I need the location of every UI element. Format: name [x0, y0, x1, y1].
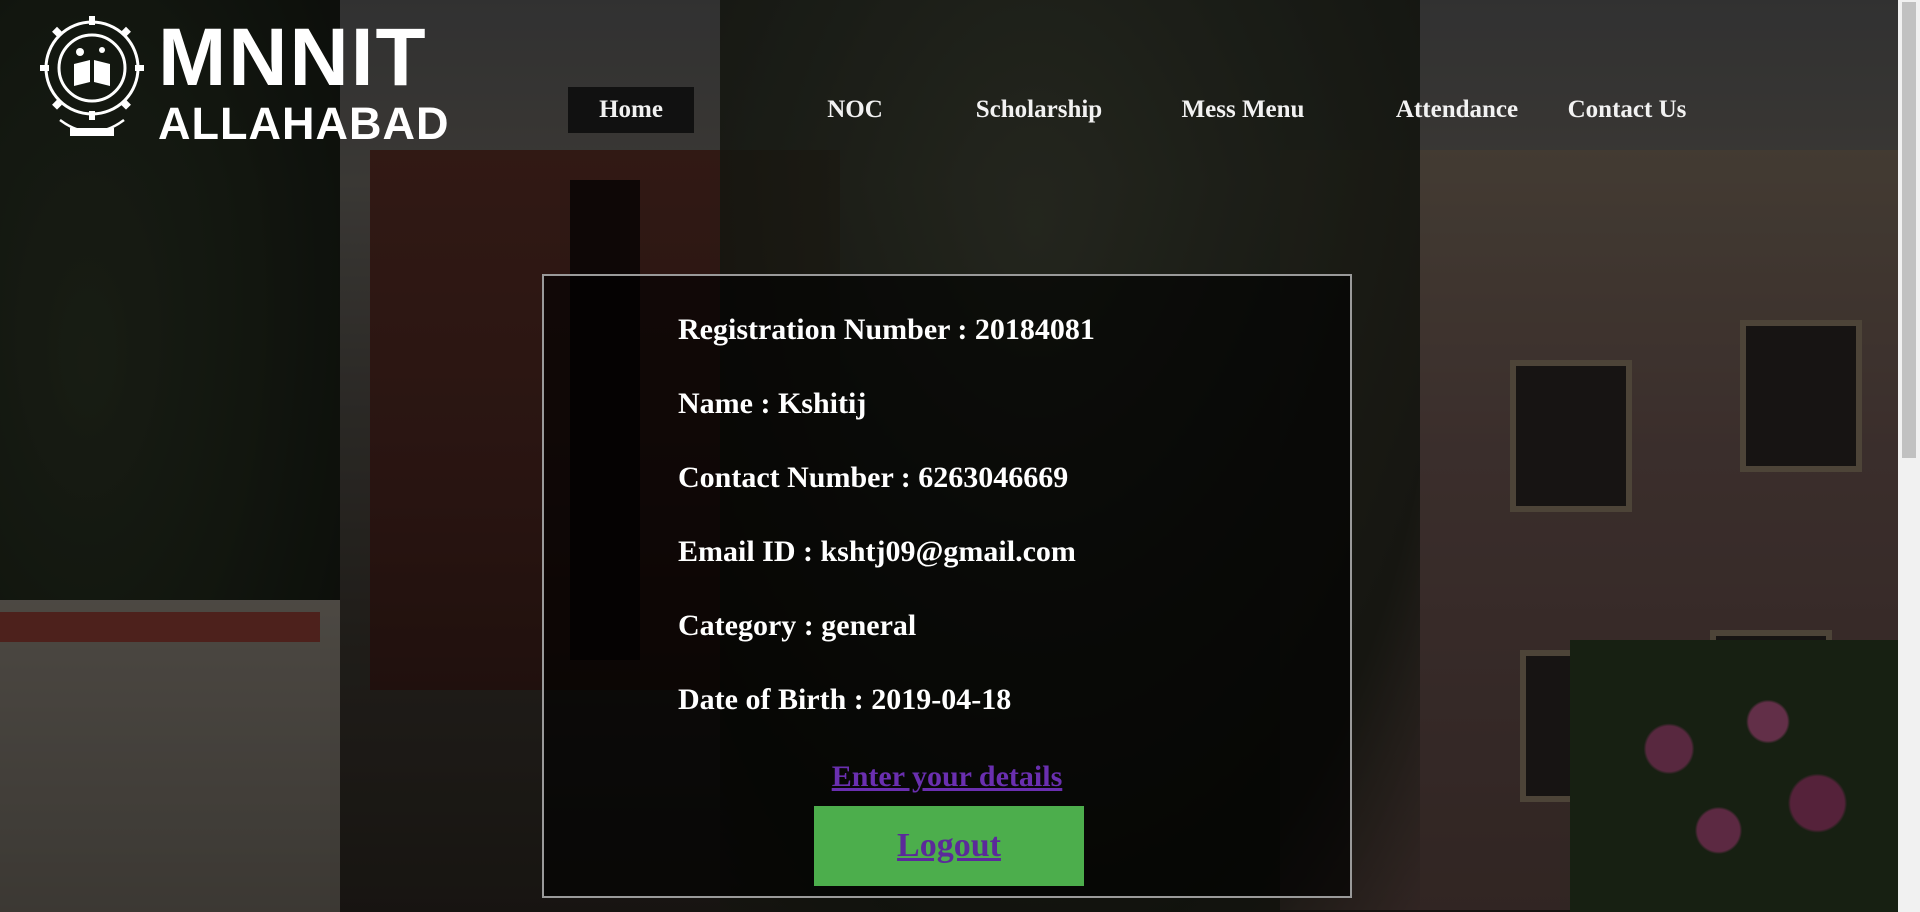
logo-line-2: ALLAHABAD: [158, 98, 450, 149]
email-id: Email ID : kshtj09@gmail.com: [678, 535, 1076, 568]
scrollbar-thumb[interactable]: [1902, 2, 1916, 458]
logo-wordmark: MNNIT ALLAHABAD: [158, 12, 450, 149]
nav-contact-us[interactable]: Contact Us: [1542, 87, 1712, 133]
logout-button[interactable]: Logout: [814, 806, 1084, 886]
vertical-scrollbar[interactable]: [1898, 0, 1920, 912]
enter-details-link[interactable]: Enter your details: [832, 760, 1063, 793]
contact-number: Contact Number : 6263046669: [678, 461, 1069, 494]
student-name: Name : Kshitij: [678, 387, 867, 420]
enter-details-wrapper: Enter your details: [544, 760, 1350, 794]
site-logo[interactable]: MNNIT ALLAHABAD: [40, 14, 449, 149]
nav-mess-menu[interactable]: Mess Menu: [1158, 87, 1328, 133]
profile-info: Registration Number : 20184081 Name : Ks…: [678, 310, 1095, 754]
nav-home[interactable]: Home: [568, 87, 694, 133]
profile-card: Registration Number : 20184081 Name : Ks…: [542, 274, 1352, 898]
nav-noc[interactable]: NOC: [746, 87, 964, 133]
nav-scholarship[interactable]: Scholarship: [964, 87, 1114, 133]
date-of-birth: Date of Birth : 2019-04-18: [678, 683, 1012, 716]
main-nav: Home NOC Scholarship Mess Menu Attendanc…: [568, 87, 1712, 133]
logo-line-1: MNNIT: [158, 12, 428, 103]
registration-number: Registration Number : 20184081: [678, 313, 1095, 346]
nav-attendance[interactable]: Attendance: [1372, 87, 1542, 133]
category: Category : general: [678, 609, 917, 642]
institute-seal-icon: [40, 15, 144, 148]
